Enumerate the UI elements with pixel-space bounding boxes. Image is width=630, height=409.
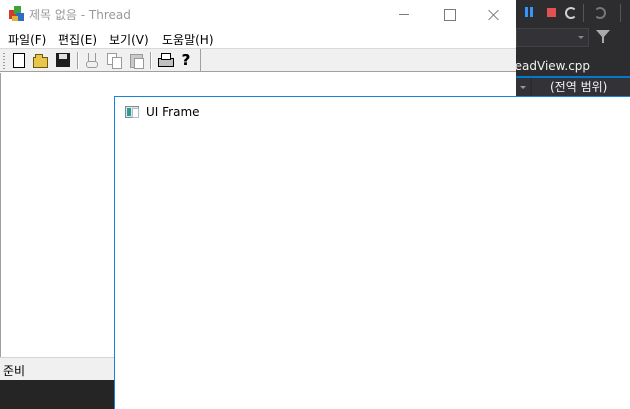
pause-icon[interactable] (521, 5, 537, 21)
menu-view[interactable]: 보기(V) (109, 31, 149, 48)
help-glyph: ? (181, 51, 191, 69)
paste-icon[interactable] (128, 52, 144, 69)
close-button[interactable] (470, 0, 516, 28)
new-file-icon[interactable] (10, 52, 26, 68)
status-text: 준비 (3, 364, 26, 378)
ide-document-tab[interactable]: readView.cpp (510, 59, 590, 73)
ide-project-combo[interactable] (516, 78, 530, 96)
open-folder-icon[interactable] (32, 52, 48, 68)
print-icon[interactable] (157, 52, 174, 68)
menu-bar: 파일(F) 편집(E) 보기(V) 도움말(H) (0, 29, 516, 49)
thread-title-bar[interactable]: 제목 없음 - Thread (0, 0, 516, 28)
toolbar-separator (150, 52, 151, 69)
copy-icon[interactable] (106, 52, 122, 69)
main-toolbar: ? (0, 48, 516, 72)
cut-icon[interactable] (83, 52, 99, 68)
minimize-button[interactable] (380, 0, 426, 28)
app-icon (9, 6, 25, 22)
menu-edit[interactable]: 편집(E) (58, 31, 97, 48)
menu-file[interactable]: 파일(F) (8, 31, 46, 48)
stop-icon[interactable] (544, 5, 560, 21)
ui-frame-title-bar[interactable]: UI Frame (115, 97, 630, 127)
toolbar-grip[interactable] (3, 53, 5, 69)
maximize-button[interactable] (426, 0, 472, 28)
ui-frame-title: UI Frame (146, 105, 200, 119)
save-icon[interactable] (55, 52, 71, 68)
help-icon[interactable]: ? (178, 52, 194, 68)
ide-scope-combo[interactable]: (전역 범위) (532, 78, 630, 96)
chevron-down-icon[interactable] (578, 36, 584, 39)
ui-frame-window: UI Frame (114, 96, 630, 409)
window-icon (125, 106, 139, 118)
ide-toolbar-separator (583, 4, 584, 22)
toolbar-separator (77, 52, 78, 69)
ide-toolbar-separator (620, 4, 621, 22)
step-icon[interactable] (592, 5, 608, 21)
toolbar-end (200, 49, 201, 72)
restart-icon[interactable] (563, 5, 579, 21)
menu-help[interactable]: 도움말(H) (162, 31, 214, 48)
window-title: 제목 없음 - Thread (29, 8, 131, 22)
filter-icon-stem (602, 36, 604, 43)
